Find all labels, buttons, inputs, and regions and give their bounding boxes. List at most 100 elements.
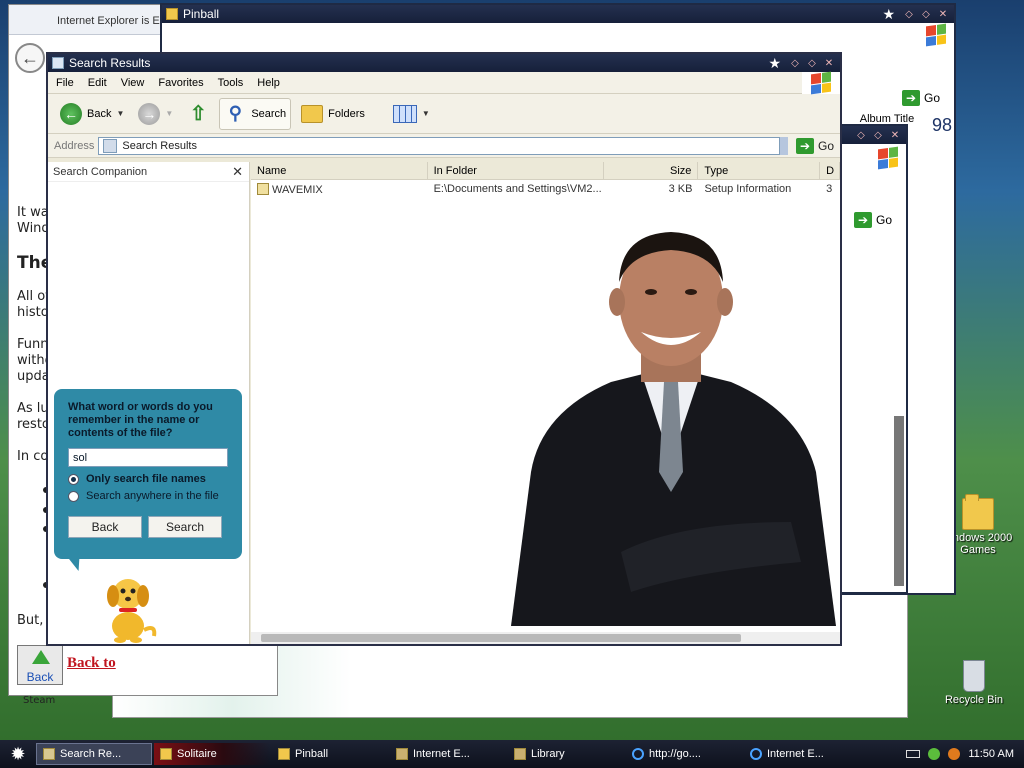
search-companion-title: Search Companion	[53, 165, 148, 178]
folders-label: Folders	[328, 107, 365, 120]
results-pane: Name In Folder Size Type D WAVEMIX E:\Do…	[251, 162, 840, 644]
search-label: Search	[251, 107, 287, 120]
taskbar-button-pinball[interactable]: Pinball	[272, 743, 388, 765]
table-row[interactable]: WAVEMIX E:\Documents and Settings\VM2...…	[251, 180, 840, 198]
back-label: Back	[87, 107, 112, 120]
companion-back-button[interactable]: Back	[68, 516, 142, 538]
go-button[interactable]: ➔ Go	[901, 90, 940, 106]
minimize-button[interactable]: ◇	[854, 128, 868, 142]
option-file-names[interactable]: Only search file names	[68, 473, 228, 485]
ie-text-line: It wa	[17, 205, 49, 220]
folder-icon	[962, 494, 994, 530]
minimize-button[interactable]: ◇	[902, 7, 916, 21]
menu-file[interactable]: File	[56, 77, 74, 89]
column-name[interactable]: Name	[251, 162, 428, 179]
window-title: Pinball	[183, 7, 220, 21]
go-arrow-icon: ➔	[854, 212, 872, 228]
window-title: Search Results	[69, 56, 151, 70]
search-companion-pane: Search Companion ✕ What word or words do…	[48, 162, 250, 644]
scrollbar-thumb[interactable]	[261, 634, 741, 642]
maximize-button[interactable]: ◇	[805, 56, 819, 70]
folders-button[interactable]: Folders	[297, 101, 369, 127]
search-tray-icon[interactable]	[948, 748, 961, 760]
go-button[interactable]: ➔ Go	[795, 137, 834, 154]
up-button[interactable]: ⇧	[183, 99, 213, 129]
taskbar: ✹ Search Re... Solitaire Pinball Interne…	[0, 740, 1024, 768]
views-button[interactable]: ▼	[389, 101, 434, 127]
ie-edge-text: Steam	[23, 695, 56, 706]
star-icon[interactable]: ★	[882, 6, 895, 23]
go-label: Go	[817, 138, 834, 153]
man-in-suit-image	[511, 232, 836, 626]
close-icon[interactable]: ✕	[232, 164, 243, 180]
address-dropdown[interactable]	[779, 136, 788, 155]
forward-button[interactable]: → ▼	[134, 99, 177, 129]
solitaire-titlebar[interactable]: ◇ ◇ ✕	[840, 126, 906, 144]
search-dog-icon[interactable]	[98, 574, 160, 644]
ie-icon	[396, 748, 408, 760]
clock[interactable]: 11:50 AM	[968, 748, 1014, 760]
close-button[interactable]: ✕	[888, 128, 902, 142]
taskbar-button-http[interactable]: http://go....	[626, 743, 742, 765]
menu-bar: File Edit View Favorites Tools Help	[48, 71, 840, 94]
scrollbar[interactable]	[894, 416, 904, 586]
keyboard-icon[interactable]	[906, 750, 921, 758]
task-label: Internet E...	[413, 748, 470, 760]
bubble-buttons: Back Search	[68, 516, 228, 538]
taskbar-button-ie-2[interactable]: Internet E...	[744, 743, 854, 765]
radio-unselected[interactable]	[68, 490, 79, 502]
back-button[interactable]: ← Back ▼	[56, 99, 128, 129]
radio-selected[interactable]	[68, 473, 79, 485]
close-button[interactable]: ✕	[936, 7, 950, 21]
desktop-icon-recycle-bin[interactable]: Recycle Bin	[934, 660, 1014, 706]
ie-back-link[interactable]: Back to	[67, 655, 116, 672]
solitaire-window[interactable]: ◇ ◇ ✕ ➔ Go	[838, 124, 908, 594]
results-column-headers: Name In Folder Size Type D	[251, 162, 840, 180]
ie-page-back-button[interactable]: Back	[17, 645, 63, 685]
maximize-button[interactable]: ◇	[919, 7, 933, 21]
search-button[interactable]: ⚲ Search	[219, 97, 292, 130]
star-icon[interactable]: ★	[768, 55, 781, 72]
minimize-button[interactable]: ◇	[788, 56, 802, 70]
menu-view[interactable]: View	[121, 77, 145, 89]
ie-back-arrow-icon[interactable]: ←	[15, 43, 45, 73]
menu-help[interactable]: Help	[257, 77, 280, 89]
search-titlebar[interactable]: Search Results ★ ◇ ◇ ✕	[48, 54, 840, 72]
views-icon	[392, 104, 417, 123]
go-button[interactable]: ➔ Go	[854, 212, 892, 228]
maximize-button[interactable]: ◇	[871, 128, 885, 142]
system-tray: 11:50 AM	[906, 748, 1024, 760]
chevron-down-icon[interactable]: ▼	[165, 109, 173, 118]
horizontal-scrollbar[interactable]	[251, 632, 840, 644]
pinball-titlebar[interactable]: Pinball ★ ◇ ◇ ✕	[162, 5, 954, 23]
column-size[interactable]: Size	[604, 162, 699, 179]
taskbar-button-ie-1[interactable]: Internet E...	[390, 743, 506, 765]
cell-folder: E:\Documents and Settings\VM2...	[433, 183, 602, 195]
option-anywhere[interactable]: Search anywhere in the file	[68, 490, 228, 502]
address-input[interactable]: Search Results	[98, 136, 780, 155]
column-type[interactable]: Type	[698, 162, 821, 179]
menu-edit[interactable]: Edit	[88, 77, 107, 89]
windows-flag-area	[802, 71, 840, 94]
cell-name: WAVEMIX	[251, 180, 428, 198]
taskbar-button-library[interactable]: Library	[508, 743, 624, 765]
taskbar-button-search[interactable]: Search Re...	[36, 743, 152, 765]
option-label: Only search file names	[86, 473, 206, 485]
search-words-input[interactable]: sol	[68, 448, 228, 467]
menu-tools[interactable]: Tools	[218, 77, 244, 89]
search-companion-header: Search Companion ✕	[48, 162, 249, 182]
chevron-down-icon[interactable]: ▼	[116, 109, 124, 118]
taskbar-button-solitaire[interactable]: Solitaire	[154, 743, 270, 765]
cell-size: 3 KB	[668, 183, 693, 195]
chevron-down-icon[interactable]: ▼	[422, 109, 430, 118]
menu-favorites[interactable]: Favorites	[158, 77, 203, 89]
column-date[interactable]: D	[820, 162, 840, 179]
start-button[interactable]: ✹	[0, 740, 36, 768]
network-icon[interactable]	[928, 748, 941, 760]
folder-icon	[301, 104, 324, 123]
search-results-window[interactable]: Search Results ★ ◇ ◇ ✕ File Edit View Fa…	[46, 52, 842, 646]
folder-up-icon: ⇧	[189, 103, 207, 125]
companion-search-button[interactable]: Search	[148, 516, 222, 538]
close-button[interactable]: ✕	[822, 56, 836, 70]
column-in-folder[interactable]: In Folder	[428, 162, 605, 179]
